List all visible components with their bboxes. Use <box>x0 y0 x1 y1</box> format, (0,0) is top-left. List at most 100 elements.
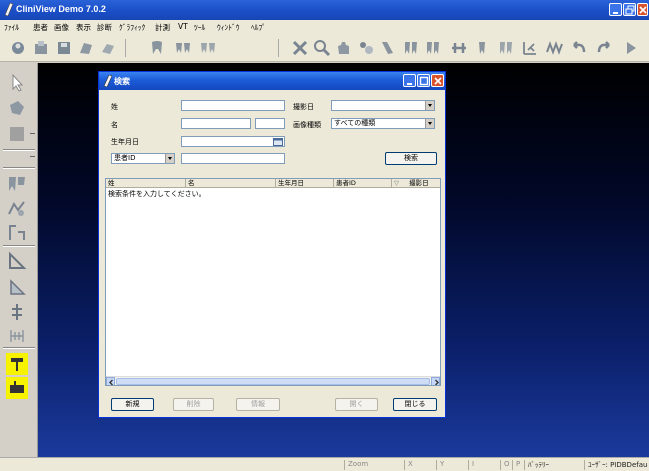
column-header-capture-date[interactable]: ▽ 撮影日 <box>392 179 440 188</box>
menu-graphic[interactable]: ｸﾞﾗﾌｨｯｸ <box>119 22 145 33</box>
triangle-icon[interactable] <box>6 276 28 298</box>
menu-help[interactable]: ﾍﾙﾌﾟ <box>251 22 266 33</box>
contrast-icon[interactable] <box>356 38 376 58</box>
close-icon <box>434 77 442 85</box>
tooth-group-icon[interactable] <box>198 38 218 58</box>
id-value-input[interactable] <box>181 153 285 164</box>
tooth-pair-icon[interactable] <box>173 38 193 58</box>
given-name-label: 名 <box>111 121 118 129</box>
menu-file[interactable]: ﾌｧｲﾙ <box>4 22 19 33</box>
column-header-given-name[interactable]: 名 <box>186 179 276 188</box>
panorama-icon[interactable] <box>544 38 564 58</box>
grid-view-icon[interactable] <box>520 38 540 58</box>
menu-tools[interactable]: ﾂｰﾙ <box>194 22 205 33</box>
scroll-right-button[interactable] <box>431 377 440 385</box>
delete-button[interactable]: 削除 <box>173 398 214 411</box>
search-button[interactable]: 検索 <box>385 152 437 165</box>
ruler-icon[interactable] <box>6 250 28 272</box>
undo-icon[interactable] <box>569 38 589 58</box>
menu-window[interactable]: ｳｨﾝﾄﾞｳ <box>217 22 240 33</box>
pointer-icon[interactable] <box>6 72 28 94</box>
results-message: 検索条件を入力してください。 <box>108 190 206 198</box>
tooth-view-icon[interactable] <box>401 38 421 58</box>
dropdown-caret <box>30 133 35 134</box>
column-header-patient-id[interactable]: 患者ID <box>334 179 392 188</box>
color-fill-icon[interactable] <box>6 123 28 145</box>
given-name-reading-input[interactable] <box>255 118 285 129</box>
capture-icon[interactable] <box>76 38 96 58</box>
distance-icon[interactable] <box>6 325 28 347</box>
angle-tool-icon[interactable] <box>6 222 28 244</box>
line-style-icon[interactable] <box>30 156 35 157</box>
minimize-icon <box>613 12 618 14</box>
new-button[interactable]: 新規 <box>111 398 154 411</box>
calendar-icon[interactable] <box>273 137 283 146</box>
open-button[interactable]: 開く <box>335 398 378 411</box>
redo-icon[interactable] <box>594 38 614 58</box>
image-type-value: すべての種類 <box>334 119 376 127</box>
implant-icon[interactable] <box>6 353 28 375</box>
horizontal-scrollbar[interactable] <box>106 376 440 385</box>
restore-button[interactable] <box>623 3 636 16</box>
status-x: X <box>404 460 434 470</box>
chevron-down-icon[interactable] <box>425 101 434 110</box>
menu-image[interactable]: 画像 <box>54 22 69 33</box>
patient-open-icon[interactable] <box>8 38 28 58</box>
save-icon[interactable] <box>54 38 74 58</box>
menu-vt[interactable]: VT <box>178 22 188 31</box>
chevron-down-icon[interactable] <box>165 154 174 163</box>
menu-diagnosis[interactable]: 診断 <box>97 22 112 33</box>
surname-input[interactable] <box>181 100 285 111</box>
close-dialog-button[interactable]: 閉じる <box>393 398 437 411</box>
dialog-minimize-button[interactable] <box>403 74 416 87</box>
menu-view[interactable]: 表示 <box>76 22 91 33</box>
column-header-surname[interactable]: 姓 <box>106 179 186 188</box>
status-battery: ﾊﾞｯﾃﾘｰ <box>524 460 582 470</box>
tooth-layout-4-icon[interactable] <box>496 38 516 58</box>
minimize-icon <box>407 83 412 85</box>
info-button[interactable]: 情報 <box>236 398 280 411</box>
measure-tool-icon[interactable] <box>6 198 28 220</box>
filter-icon[interactable] <box>378 38 398 58</box>
zoom-icon[interactable] <box>312 38 332 58</box>
image-enhance-icon[interactable] <box>6 173 28 195</box>
tooth-layout-3-icon[interactable] <box>474 38 494 58</box>
capture-date-select[interactable] <box>331 100 435 111</box>
scroll-left-button[interactable] <box>106 377 115 385</box>
close-button[interactable] <box>637 3 648 16</box>
image-type-select[interactable]: すべての種類 <box>331 118 435 129</box>
height-icon[interactable] <box>6 301 28 323</box>
pan-hand-icon[interactable] <box>334 38 354 58</box>
chevron-left-icon <box>109 379 113 385</box>
minimize-button[interactable] <box>609 3 622 16</box>
menu-measure[interactable]: 計測 <box>155 22 170 33</box>
results-list[interactable]: 姓 名 生年月日 患者ID ▽ 撮影日 検索条件を入力してください。 <box>105 178 441 386</box>
dob-input[interactable] <box>181 136 285 147</box>
tooth-icon[interactable] <box>147 38 167 58</box>
import-icon[interactable] <box>31 38 51 58</box>
tooth-layout-2-icon[interactable] <box>449 38 469 58</box>
menu-patient[interactable]: 患者 <box>33 22 48 33</box>
scrollbar-thumb[interactable] <box>116 378 430 385</box>
dialog-close-button[interactable] <box>431 74 444 87</box>
panel-separator <box>3 347 35 349</box>
app-titlebar[interactable]: CliniView Demo 7.0.2 <box>0 0 649 20</box>
delete-x-icon[interactable] <box>290 38 310 58</box>
column-header-dob[interactable]: 生年月日 <box>276 179 334 188</box>
id-type-value: 患者ID <box>114 154 136 162</box>
implant-marker-icon[interactable] <box>6 377 28 399</box>
shape-icon[interactable] <box>6 97 28 119</box>
chevron-right-icon <box>435 379 439 385</box>
eraser-icon[interactable] <box>98 38 118 58</box>
dialog-titlebar[interactable]: 検索 <box>99 72 445 90</box>
extra-tool-icon[interactable] <box>622 38 642 58</box>
app-logo-icon <box>4 3 13 16</box>
given-name-input[interactable] <box>181 118 251 129</box>
app-logo-icon <box>103 75 112 87</box>
id-type-select[interactable]: 患者ID <box>111 153 175 164</box>
status-y: Y <box>436 460 466 470</box>
maximize-icon <box>419 76 429 86</box>
dialog-maximize-button[interactable] <box>417 74 430 87</box>
tooth-layout-icon[interactable] <box>424 38 444 58</box>
chevron-down-icon[interactable] <box>425 119 434 128</box>
